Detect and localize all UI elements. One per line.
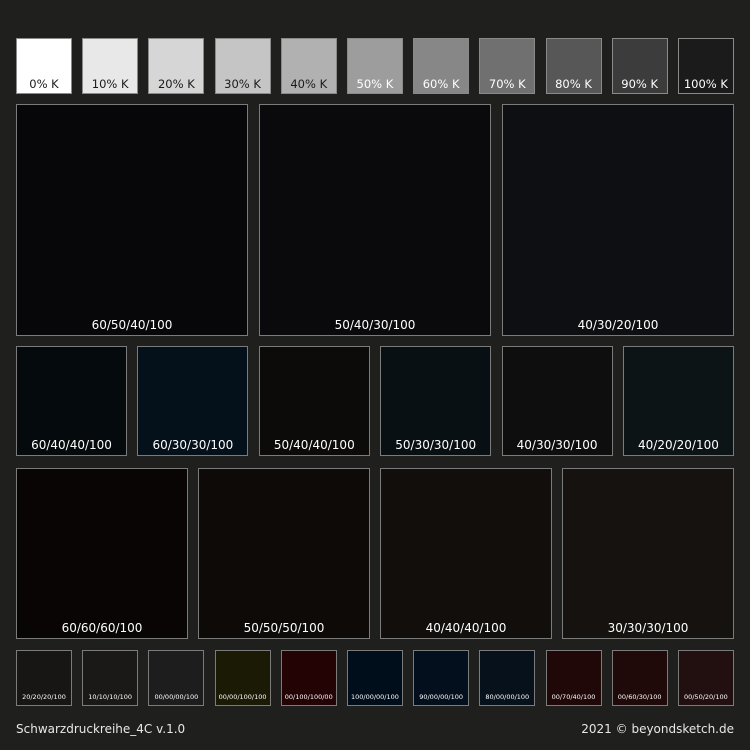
color-swatch: 00/60/30/100 [611,650,668,706]
color-swatch: 80% K [545,38,602,94]
color-swatch: 40% K [280,38,337,94]
large-swatch-row: 60/60/60/100 50/50/50/100 40/40/40/100 30/3… [16,468,734,639]
color-swatch: 60/60/60/100 [16,468,188,639]
swatch-label: 50/40/40/100 [273,438,355,452]
swatch-label: 60/60/60/100 [61,621,143,635]
color-swatch: 50/40/40/100 [258,346,370,456]
color-swatch: 100/00/00/100 [346,650,403,706]
color-swatch: 20% K [148,38,205,94]
swatch-label: 60/40/40/100 [31,438,112,452]
swatch-label: 90% K [621,77,659,91]
swatch-label: 10/10/10/100 [88,693,133,701]
swatch-label: 40/30/30/100 [516,438,598,452]
swatch-label: 30/30/30/100 [607,621,689,635]
grey-scale-row: 0% K 10% K 20% K 30% K 40% K 50% K 60% K 70% K 8… [16,38,734,94]
color-swatch: 90/00/00/100 [413,650,470,706]
swatch-label: 50% K [356,77,394,91]
swatch-label: 60/30/30/100 [152,438,234,452]
swatch-label: 80% K [555,77,592,91]
swatch-label: 50/40/30/100 [334,318,416,332]
color-swatch: 50/50/50/100 [198,468,370,639]
color-swatch: 00/50/20/100 [677,650,734,706]
color-swatch: 60/50/40/100 [16,104,248,336]
color-swatch: 90% K [611,38,668,94]
swatch-label: 50/30/30/100 [395,438,477,452]
swatch-label: 00/00/00/100 [154,693,199,701]
swatch-label: 70% K [488,77,526,91]
color-swatch: 80/00/00/100 [479,650,536,706]
color-swatch: 50% K [346,38,403,94]
swatch-label: 20/20/20/100 [22,693,66,701]
swatch-label: 40/30/20/100 [577,318,659,332]
swatch-label: 100/00/00/100 [350,693,399,701]
color-swatch: 30/30/30/100 [562,468,734,639]
color-swatch: 20/20/20/100 [16,650,72,706]
swatch-label: 00/100/100/00 [284,693,333,701]
color-swatch: 0% K [16,38,72,94]
color-swatch: 00/00/00/100 [148,650,205,706]
swatch-label: 60% K [422,77,460,91]
color-swatch: 10% K [82,38,139,94]
swatch-label: 00/70/40/100 [551,693,596,701]
swatch-label: 50/50/50/100 [243,621,325,635]
color-chart-page: { "grey_row": [ {"label": "0% K", "color… [0,0,750,750]
color-swatch: 100% K [677,38,734,94]
swatch-label: 00/60/30/100 [617,693,662,701]
color-swatch: 50/40/30/100 [259,104,491,336]
color-swatch: 10/10/10/100 [82,650,139,706]
swatch-label: 20% K [157,77,195,91]
copyright-text: 2021 © beyondsketch.de [581,722,734,736]
swatch-label: 40% K [290,77,328,91]
medium-swatch-row: 60/40/40/100 60/30/30/100 50/40/40/100 50/3… [16,346,734,456]
color-swatch: 00/100/100/00 [280,650,337,706]
swatch-label: 40/40/40/100 [425,621,507,635]
big-swatch-row: 60/50/40/100 50/40/30/100 40/30/20/100 [16,104,734,336]
chart-title: Schwarzdruckreihe_4C v.1.0 [16,722,186,736]
color-swatch: 60/30/30/100 [137,346,249,456]
swatch-label: 30% K [224,77,261,91]
color-swatch: 40/20/20/100 [622,346,734,456]
color-swatch: 40/30/30/100 [501,346,613,456]
color-swatch: 40/40/40/100 [380,468,552,639]
swatch-label: 80/00/00/100 [485,693,530,701]
swatch-label: 10% K [91,77,129,91]
color-swatch: 70% K [479,38,536,94]
color-swatch: 40/30/20/100 [502,104,734,336]
color-swatch: 00/70/40/100 [545,650,602,706]
color-swatch: 50/30/30/100 [380,346,492,456]
swatch-label: 100% K [683,77,728,91]
swatch-label: 90/00/00/100 [419,693,464,701]
swatch-label: 60/50/40/100 [91,318,173,332]
color-swatch: 60/40/40/100 [16,346,127,456]
swatch-label: 0% K [29,77,59,91]
color-swatch: 30% K [214,38,271,94]
swatch-label: 00/50/20/100 [683,693,728,701]
small-swatch-row: 20/20/20/100 10/10/10/100 00/00/00/100 00/0… [16,650,734,706]
swatch-label: 40/20/20/100 [638,438,719,452]
swatch-label: 00/00/100/100 [218,693,267,701]
color-swatch: 60% K [413,38,470,94]
color-swatch: 00/00/100/100 [214,650,271,706]
